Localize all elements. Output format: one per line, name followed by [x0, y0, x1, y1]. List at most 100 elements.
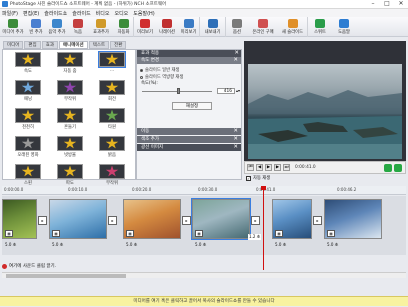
star-icon — [105, 53, 119, 65]
go-end-icon[interactable]: ⏭ — [283, 164, 290, 171]
star-icon — [63, 165, 77, 177]
animation-thumbnail — [57, 164, 83, 179]
close-icon[interactable]: ✕ — [234, 50, 239, 57]
tab-media[interactable]: 미디어 — [3, 41, 24, 49]
ruler-label: 0:00:20.0 — [132, 187, 152, 192]
animation-item[interactable]: 밝음 — [91, 136, 133, 158]
toolbar-button-7[interactable]: 나레이션 — [156, 17, 178, 37]
toolbar-button-14[interactable]: 도움말 — [332, 17, 356, 37]
menu-video[interactable]: 비디오 — [96, 10, 110, 17]
tab-text[interactable]: 텍스트 — [88, 41, 110, 49]
menu-help[interactable]: 도움말(H) — [133, 10, 154, 17]
tab-effects[interactable]: 효과 — [41, 41, 58, 49]
animation-item[interactable]: 자동 줌 — [49, 52, 91, 74]
tab-edit[interactable]: 편집 — [24, 41, 41, 49]
animation-item[interactable]: 파도 — [49, 164, 91, 186]
spinner-arrows-icon[interactable]: ▴▾ — [236, 88, 241, 94]
animation-item[interactable]: 무작위 — [91, 164, 133, 186]
timeline-clip[interactable]: ▦ 5.0 초 — [2, 199, 37, 247]
timeline-ruler[interactable]: 0:00:00.0 0:00:10.0 0:00:20.0 0:00:30.0 … — [2, 186, 406, 195]
animation-item[interactable]: 회전 — [91, 80, 133, 102]
transition-icon[interactable]: ▸ — [182, 216, 191, 225]
menu-edit[interactable]: 편집(E) — [23, 10, 39, 17]
tab-transitions[interactable]: 전환 — [110, 41, 127, 49]
sound-track[interactable]: 여기에 사운드 클립 끌기. — [2, 262, 406, 270]
playhead[interactable] — [261, 186, 266, 270]
toolbar-button-13[interactable]: 스위트 — [308, 17, 332, 37]
play-icon[interactable]: ▶ — [265, 164, 272, 171]
toolbar-button-12[interactable]: 새 슬라이드 — [278, 17, 308, 37]
transition-icon[interactable]: ▸ — [108, 216, 117, 225]
reset-button[interactable]: 재설정 — [172, 102, 212, 110]
timeline-clip[interactable]: ▦ 5.0 초 — [272, 199, 312, 247]
animation-thumbnail — [15, 80, 41, 95]
toolbar-button-8[interactable]: 미리보기 — [178, 17, 200, 37]
animation-item[interactable]: 스핀 — [7, 164, 49, 186]
sound-track-hint: 여기에 사운드 클립 끌기. — [9, 264, 57, 269]
animation-item[interactable]: 빗방울 — [49, 136, 91, 158]
go-start-icon[interactable]: ⏮ — [247, 164, 254, 171]
step-forward-icon[interactable]: ▶ — [274, 164, 281, 171]
animation-item[interactable]: 타원 — [91, 108, 133, 130]
close-window-button[interactable]: ✕ — [394, 0, 408, 8]
toolbar-button-2[interactable]: 음악 추가 — [46, 17, 68, 37]
minimize-button[interactable]: – — [366, 0, 380, 8]
section-light-image[interactable]: 광선 이미지 ✕ — [137, 144, 241, 151]
toolbar-button-11[interactable]: 온라인 구매 — [248, 17, 278, 37]
animation-item[interactable]: 무작위 — [49, 80, 91, 102]
clip-effect-icon[interactable]: ▦ — [327, 230, 335, 237]
autoplay-toggle[interactable]: ✓ 자동 재생 — [246, 174, 270, 182]
toolbar-button-1[interactable]: 빈 추가 — [26, 17, 46, 37]
radio-reverse-playback[interactable]: 슬라이드 역방향 재생 — [137, 74, 241, 81]
section-add-tint[interactable]: 색조 추가 ✕ — [137, 136, 241, 143]
speed-input[interactable]: 416 — [217, 88, 235, 94]
toolbar-button-5[interactable]: 자동화 — [114, 17, 134, 37]
speed-slider-knob[interactable] — [177, 88, 181, 94]
transition-icon[interactable]: ▸ — [38, 216, 47, 225]
timeline-clip[interactable]: ▦ 5.0 초 — [191, 198, 251, 247]
autoplay-checkbox[interactable]: ✓ — [246, 175, 251, 181]
timeline-clip[interactable]: ▦ 5.0 초 — [123, 199, 181, 247]
menu-slideshow[interactable]: 슬라이드쇼 — [44, 10, 67, 17]
radio-normal-playback[interactable]: 슬라이드 일반 재생 — [137, 67, 241, 74]
close-icon[interactable]: ✕ — [233, 144, 238, 151]
toolbar-button-4[interactable]: 효과추가 — [88, 17, 114, 37]
timeline-clip[interactable]: ▦ 5.0 초 — [324, 199, 382, 247]
close-icon[interactable]: ✕ — [233, 57, 238, 64]
animation-item[interactable]: 패닝 — [7, 80, 49, 102]
timeline-clip[interactable]: ▦ 5.0 초 — [49, 199, 107, 247]
animation-item[interactable]: … — [91, 51, 133, 74]
toolbar-button-3[interactable]: 녹음 — [68, 17, 88, 37]
transition-icon[interactable]: ▸ — [313, 216, 322, 225]
undo-icon[interactable] — [384, 163, 392, 172]
clip-effect-icon[interactable]: ▦ — [5, 230, 13, 237]
toolbar-button-6[interactable]: 미리보기 — [134, 17, 156, 37]
toolbar-button-9[interactable]: 내보내기 — [200, 17, 226, 37]
animation-thumbnail — [15, 52, 41, 67]
toolbar-label: 옵션 — [233, 30, 241, 35]
redo-icon[interactable] — [394, 163, 402, 172]
speed-slider-row: 416 ▴▾ — [137, 87, 241, 95]
clip-effect-icon[interactable]: ▦ — [52, 230, 60, 237]
menu-audio[interactable]: 오디오 — [114, 10, 128, 17]
menu-file[interactable]: 파일(F) — [2, 10, 18, 17]
menu-slide[interactable]: 슬라이드 — [72, 10, 90, 17]
toolbar-label: 녹음 — [74, 30, 82, 35]
section-move[interactable]: 이동 ✕ — [137, 128, 241, 135]
speed-section-header[interactable]: 속도 변경 ✕ — [137, 57, 241, 64]
close-icon[interactable]: ✕ — [233, 136, 238, 143]
toolbar-button-0[interactable]: 미디어 추가 — [0, 17, 26, 37]
clip-effect-icon[interactable]: ▦ — [126, 230, 134, 237]
animation-item[interactable]: 속도 — [7, 52, 49, 74]
tab-animation[interactable]: 애니메이션 — [58, 41, 88, 49]
animation-item[interactable]: 오래된 영화 — [7, 136, 49, 158]
step-back-icon[interactable]: ◀ — [256, 164, 263, 171]
maximize-button[interactable]: □ — [380, 0, 394, 8]
clip-effect-icon[interactable]: ▦ — [195, 230, 203, 237]
transition-icon[interactable]: ▸ — [251, 216, 260, 225]
close-icon[interactable]: ✕ — [233, 128, 238, 135]
animation-item[interactable]: 천천히 — [7, 108, 49, 130]
animation-item[interactable]: 흔들기 — [49, 108, 91, 130]
toolbar-button-10[interactable]: 옵션 — [226, 17, 248, 37]
clip-effect-icon[interactable]: ▦ — [275, 230, 283, 237]
